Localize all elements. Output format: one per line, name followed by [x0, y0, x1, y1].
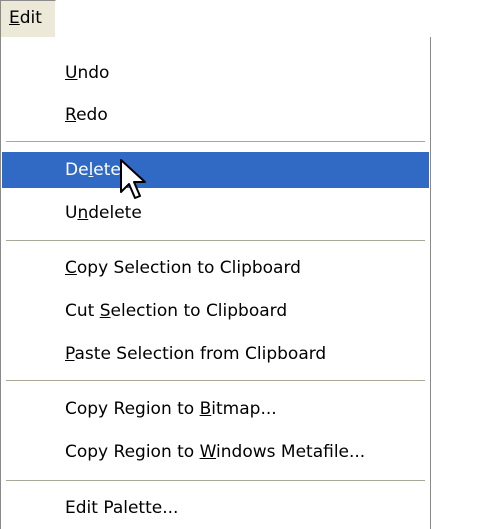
- menu-separator: [6, 480, 425, 481]
- copy-selection-label-post: opy Selection to Clipboard: [76, 258, 301, 278]
- menu-item-undelete[interactable]: Undelete: [2, 195, 429, 231]
- undo-label-accel: U: [65, 63, 78, 83]
- copy-region-metafile-label-pre: Copy Region to: [65, 442, 200, 462]
- menu-item-delete[interactable]: Delete: [2, 152, 429, 188]
- copy-region-bitmap-label-accel: B: [199, 399, 212, 419]
- menu-item-paste-selection[interactable]: Paste Selection from Clipboard: [2, 336, 429, 372]
- redo-label-accel: R: [65, 105, 77, 125]
- cut-selection-label-pre: Cut: [65, 301, 100, 321]
- copy-selection-label-accel: C: [65, 258, 77, 278]
- menu-item-copy-region-bitmap[interactable]: Copy Region to Bitmap...: [2, 391, 429, 427]
- menu-separator: [6, 141, 425, 142]
- menu-item-copy-region-metafile[interactable]: Copy Region to Windows Metafile...: [2, 434, 429, 470]
- menu-bar-edit[interactable]: Edit: [0, 0, 56, 38]
- undelete-label-post: delete: [88, 203, 142, 223]
- menu-item-undo[interactable]: Undo: [2, 55, 429, 91]
- menu-item-edit-palette[interactable]: Edit Palette...: [2, 490, 429, 526]
- cut-selection-label-post: election to Clipboard: [110, 301, 288, 321]
- menu-separator: [6, 240, 425, 241]
- menu-separator: [6, 380, 425, 381]
- menu-item-redo[interactable]: Redo: [2, 97, 429, 133]
- copy-region-metafile-label-post: indows Metafile...: [216, 442, 366, 462]
- paste-selection-label-post: aste Selection from Clipboard: [74, 344, 327, 364]
- copy-region-bitmap-label-post: itmap...: [211, 399, 277, 419]
- cut-selection-label-accel: S: [99, 301, 111, 321]
- edit-label-accel: E: [9, 8, 20, 28]
- edit-label-post: dit: [19, 8, 42, 28]
- paste-selection-label-accel: P: [65, 344, 75, 364]
- menu-item-copy-selection[interactable]: Copy Selection to Clipboard: [2, 250, 429, 286]
- delete-label-post: ete: [93, 160, 121, 180]
- copy-region-metafile-label-accel: W: [199, 442, 217, 462]
- redo-label-post: edo: [76, 105, 108, 125]
- undelete-label-pre: U: [65, 203, 78, 223]
- copy-region-bitmap-label-pre: Copy Region to: [65, 399, 200, 419]
- edit-menu: Undo Redo Delete Undelete Copy Selection…: [0, 37, 431, 529]
- undelete-label-accel: n: [77, 203, 89, 223]
- delete-label-pre: De: [65, 160, 89, 180]
- edit-palette-label-pre: Edit Palette...: [65, 498, 179, 518]
- menu-item-cut-selection[interactable]: Cut Selection to Clipboard: [2, 293, 429, 329]
- undo-label-post: ndo: [77, 63, 110, 83]
